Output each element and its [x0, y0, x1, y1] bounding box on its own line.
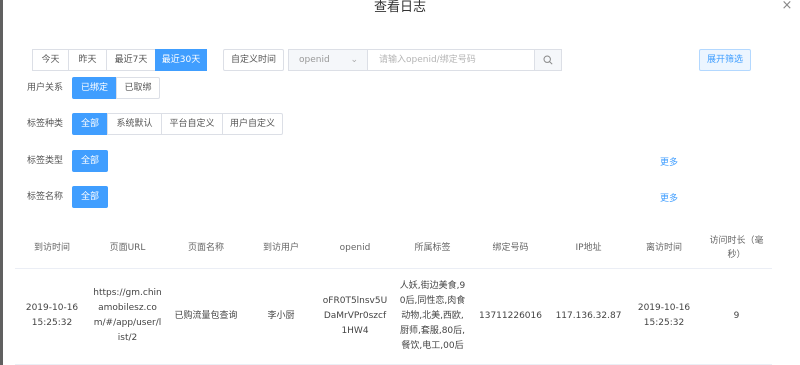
col-header-page-name: 页面名称 — [166, 228, 246, 269]
table-row[interactable]: 2019-10-16 15:25:32 https://gm.chinamobi… — [15, 268, 772, 365]
tag-name-more-link[interactable]: 更多 — [660, 193, 678, 205]
col-header-tags: 所属标签 — [394, 228, 471, 269]
col-header-ip: IP地址 — [550, 228, 627, 269]
date-yesterday-button[interactable]: 昨天 — [68, 49, 107, 71]
tag-kind-platform-button[interactable]: 平台自定义 — [161, 113, 223, 135]
cell-openid: oFR0T5lnsv5UDaMrVPr0szcf1HW4 — [316, 268, 394, 365]
col-header-bound-number: 绑定号码 — [471, 228, 550, 269]
cell-tags: 人妖,街边美食,90后,同性恋,肉食动物,北美,西欧,厨师,套服,80后,餐饮,… — [394, 268, 471, 365]
col-header-duration: 访问时长（毫秒） — [701, 228, 772, 269]
cell-ip: 117.136.32.87 — [550, 268, 627, 365]
date-today-button[interactable]: 今天 — [32, 49, 69, 71]
cell-duration: 9 — [701, 268, 772, 365]
cell-visitor: 李小厨 — [246, 268, 316, 365]
tag-type-more-link[interactable]: 更多 — [660, 157, 678, 169]
relation-bound-button[interactable]: 已绑定 — [72, 77, 117, 99]
tag-name-label: 标签名称 — [27, 192, 64, 202]
col-header-page-url: 页面URL — [89, 228, 166, 269]
custom-time-button[interactable]: 自定义时间 — [223, 49, 284, 71]
cell-page-url: https://gm.chinamobilesz.com/#/app/user/… — [89, 268, 166, 365]
cell-page-name: 已购流量包查询 — [166, 268, 246, 365]
search-field-select-value: openid — [299, 55, 330, 65]
date-last30-button[interactable]: 最近30天 — [155, 49, 207, 71]
search-button[interactable] — [534, 49, 562, 71]
close-icon[interactable]: × — [780, 0, 794, 13]
cell-bound-number: 13711226016 — [471, 268, 550, 365]
col-header-visitor: 到访用户 — [246, 228, 316, 269]
relation-unbound-button[interactable]: 已取绑 — [116, 77, 160, 99]
tag-kind-system-button[interactable]: 系统默认 — [107, 113, 162, 135]
tag-type-label: 标签类型 — [27, 156, 64, 166]
visit-log-table: 到访时间 页面URL 页面名称 到访用户 openid 所属标签 绑定号码 IP… — [15, 228, 772, 365]
search-icon — [543, 55, 553, 65]
cell-leave-time: 2019-10-16 15:25:32 — [627, 268, 701, 365]
relation-label: 用户关系 — [27, 83, 64, 93]
dialog-title: 查看日志 — [373, 0, 426, 15]
tag-kind-user-button[interactable]: 用户自定义 — [222, 113, 283, 135]
left-edge-shadow — [0, 0, 3, 365]
table-header-row: 到访时间 页面URL 页面名称 到访用户 openid 所属标签 绑定号码 IP… — [15, 228, 772, 269]
tag-type-all-button[interactable]: 全部 — [72, 150, 108, 172]
col-header-visit-time: 到访时间 — [15, 228, 89, 269]
tag-name-all-button[interactable]: 全部 — [72, 186, 108, 208]
col-header-leave-time: 离访时间 — [627, 228, 701, 269]
chevron-down-icon: ⌄ — [350, 55, 358, 65]
cell-visit-time: 2019-10-16 15:25:32 — [15, 268, 89, 365]
col-header-openid: openid — [316, 228, 394, 269]
expand-filter-button[interactable]: 展开筛选 — [699, 49, 751, 71]
search-input[interactable] — [367, 49, 535, 71]
date-last7-button[interactable]: 最近7天 — [106, 49, 156, 71]
tag-kind-all-button[interactable]: 全部 — [72, 113, 108, 135]
tag-kind-label: 标签种类 — [27, 119, 64, 129]
search-field-select[interactable]: openid ⌄ — [288, 49, 367, 71]
